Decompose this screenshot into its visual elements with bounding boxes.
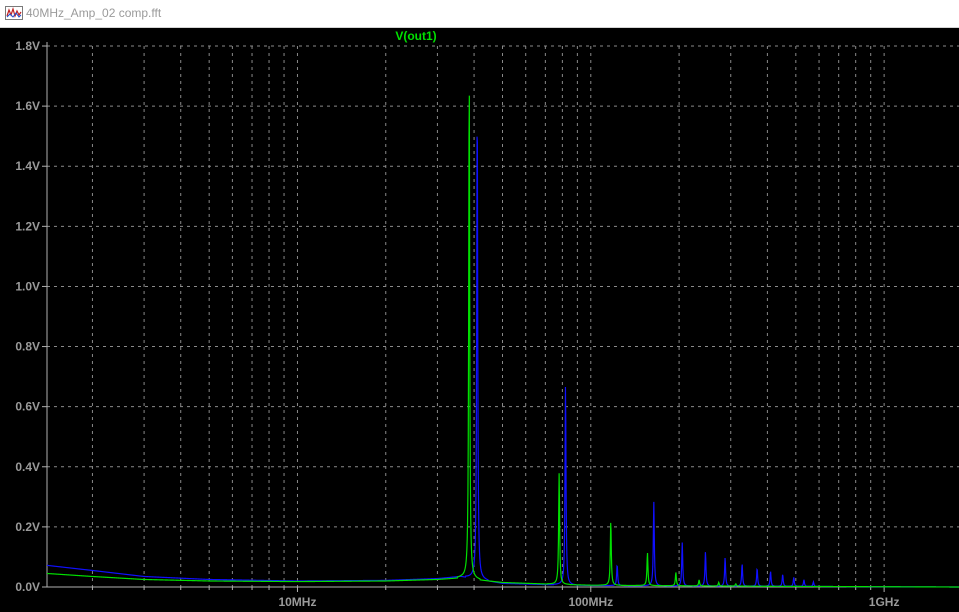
window-title: 40MHz_Amp_02 comp.fft — [26, 6, 162, 20]
waveform-icon — [5, 6, 23, 20]
y-tick-label: 0.2V — [15, 520, 40, 534]
window-titlebar: 40MHz_Amp_02 comp.fft — [0, 0, 959, 28]
y-tick-label: 1.0V — [15, 279, 40, 293]
axis-layer — [42, 42, 959, 592]
x-tick-label: 1GHz — [869, 595, 900, 609]
series-line-blue[interactable] — [46, 136, 959, 588]
y-tick-label: 0.6V — [15, 400, 40, 414]
grid-layer — [47, 45, 959, 587]
y-tick-label: 1.4V — [15, 159, 40, 173]
legend-entry-out1[interactable]: V(out1) — [395, 29, 436, 43]
series-line-out1[interactable] — [46, 95, 959, 588]
y-tick-label: 0.8V — [15, 340, 40, 354]
x-tick-label: 10MHz — [278, 595, 316, 609]
y-tick-label: 1.6V — [15, 99, 40, 113]
y-tick-label: 0.0V — [15, 580, 40, 594]
y-tick-label: 1.2V — [15, 219, 40, 233]
label-layer: 0.0V 0.2V 0.4V 0.6V 0.8V 1.0V 1.2V 1.4V 1.6V 1.8V… — [15, 29, 899, 609]
y-tick-label: 1.8V — [15, 39, 40, 53]
fft-chart[interactable]: 0.0V 0.2V 0.4V 0.6V 0.8V 1.0V 1.2V 1.4V 1.6V 1.8V… — [0, 28, 959, 612]
x-tick-label: 100MHz — [568, 595, 613, 609]
y-tick-label: 0.4V — [15, 460, 40, 474]
plot-pane[interactable]: 0.0V 0.2V 0.4V 0.6V 0.8V 1.0V 1.2V 1.4V 1.6V 1.8V… — [0, 28, 959, 612]
series-layer — [46, 95, 959, 588]
